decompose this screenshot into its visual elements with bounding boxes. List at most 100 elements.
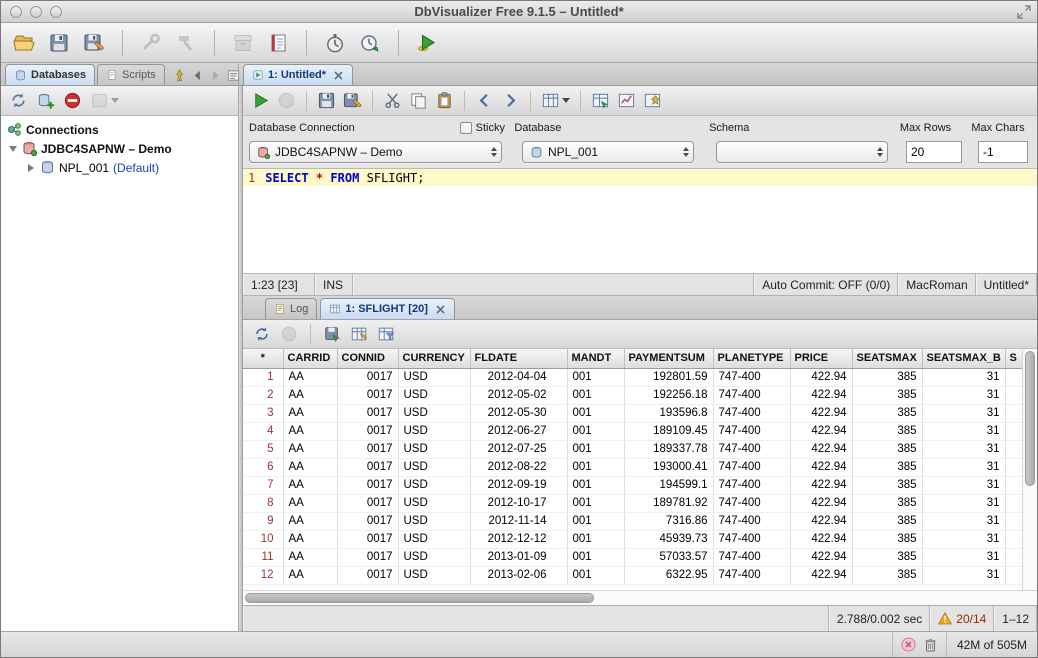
table-row[interactable]: 5 AA 0017 USD 2012-07-25 001 189337.78 747-400 4… xyxy=(243,440,1022,459)
next-statement-icon[interactable] xyxy=(501,91,520,110)
table-cell[interactable]: 31 xyxy=(922,530,1006,549)
new-sql-commander-button[interactable] xyxy=(414,30,440,56)
save-as-button[interactable] xyxy=(81,30,107,56)
stop-reload-icon[interactable] xyxy=(280,325,298,343)
notes-button[interactable] xyxy=(265,30,291,56)
collapsed-arrow-icon[interactable] xyxy=(25,162,36,173)
column-header[interactable]: PAYMENTSUM xyxy=(624,349,714,369)
table-cell[interactable]: AA xyxy=(283,566,338,585)
table-cell[interactable]: 422.94 xyxy=(790,404,853,423)
show-in-chart-icon[interactable] xyxy=(617,91,636,110)
table-cell[interactable]: 192256.18 xyxy=(624,386,714,405)
table-cell[interactable]: 31 xyxy=(922,422,1006,441)
row-number-cell[interactable]: 4 xyxy=(243,422,284,441)
table-cell[interactable]: AA xyxy=(283,440,338,459)
pin-icon[interactable] xyxy=(173,69,186,82)
max-rows-input[interactable] xyxy=(906,141,962,163)
table-cell[interactable] xyxy=(1005,404,1022,423)
table-cell[interactable]: 0017 xyxy=(337,548,399,567)
table-cell[interactable]: 194599.1 xyxy=(624,476,714,495)
table-row[interactable]: 7 AA 0017 USD 2012-09-19 001 194599.1 747-400 42… xyxy=(243,476,1022,495)
tab-sql-commander-1[interactable]: 1: Untitled* xyxy=(243,64,354,85)
table-cell[interactable]: USD xyxy=(398,458,471,477)
column-header[interactable]: FLDATE xyxy=(470,349,568,369)
table-cell[interactable]: 2012-07-25 xyxy=(470,440,568,459)
table-cell[interactable]: AA xyxy=(283,548,338,567)
table-row[interactable]: 11 AA 0017 USD 2013-01-09 001 57033.57 747-400 4… xyxy=(243,548,1022,567)
table-cell[interactable]: 747-400 xyxy=(713,512,791,531)
table-cell[interactable]: 31 xyxy=(922,548,1006,567)
table-cell[interactable]: 385 xyxy=(852,404,923,423)
table-cell[interactable]: 385 xyxy=(852,494,923,513)
row-number-cell[interactable]: 11 xyxy=(243,548,284,567)
execute-icon[interactable] xyxy=(251,91,270,110)
table-cell[interactable]: USD xyxy=(398,440,471,459)
table-cell[interactable]: 001 xyxy=(567,404,625,423)
table-cell[interactable]: 0017 xyxy=(337,404,399,423)
table-cell[interactable]: USD xyxy=(398,368,471,387)
table-cell[interactable]: USD xyxy=(398,566,471,585)
table-cell[interactable]: 31 xyxy=(922,404,1006,423)
tab-databases[interactable]: Databases xyxy=(5,64,96,85)
table-cell[interactable]: 747-400 xyxy=(713,530,791,549)
table-cell[interactable]: 747-400 xyxy=(713,494,791,513)
table-cell[interactable]: 0017 xyxy=(337,458,399,477)
output-destination-button[interactable] xyxy=(541,91,570,110)
column-header[interactable]: CARRID xyxy=(283,349,338,369)
tool-properties-button[interactable] xyxy=(173,30,199,56)
table-cell[interactable]: 422.94 xyxy=(790,512,853,531)
zoom-window-button[interactable] xyxy=(50,5,62,18)
memory-indicator[interactable]: 42M of 505M xyxy=(945,632,1037,657)
table-cell[interactable]: 747-400 xyxy=(713,422,791,441)
horizontal-scrollbar-thumb[interactable] xyxy=(245,593,595,603)
table-cell[interactable]: USD xyxy=(398,530,471,549)
table-cell[interactable]: AA xyxy=(283,386,338,405)
table-cell[interactable]: 385 xyxy=(852,530,923,549)
column-header[interactable]: SEATSMAX xyxy=(852,349,923,369)
table-cell[interactable]: USD xyxy=(398,386,471,405)
table-cell[interactable]: 001 xyxy=(567,422,625,441)
table-cell[interactable] xyxy=(1005,530,1022,549)
fullscreen-icon[interactable] xyxy=(1017,5,1031,19)
pin-result-icon[interactable] xyxy=(643,91,662,110)
table-cell[interactable]: 422.94 xyxy=(790,548,853,567)
table-cell[interactable] xyxy=(1005,494,1022,513)
max-chars-input[interactable] xyxy=(978,141,1028,163)
expanded-arrow-icon[interactable] xyxy=(7,143,18,154)
table-cell[interactable]: 31 xyxy=(922,494,1006,513)
table-cell[interactable]: 422.94 xyxy=(790,368,853,387)
table-cell[interactable]: USD xyxy=(398,422,471,441)
table-cell[interactable]: 747-400 xyxy=(713,476,791,495)
table-cell[interactable]: 2012-04-04 xyxy=(470,368,568,387)
cut-icon[interactable] xyxy=(383,91,402,110)
encoding-status[interactable]: MacRoman xyxy=(898,274,976,295)
table-cell[interactable]: 747-400 xyxy=(713,458,791,477)
table-cell[interactable]: 2012-08-22 xyxy=(470,458,568,477)
table-cell[interactable] xyxy=(1005,566,1022,585)
table-row[interactable]: 3 AA 0017 USD 2012-05-30 001 193596.8 747-400 42… xyxy=(243,404,1022,423)
table-cell[interactable]: AA xyxy=(283,368,338,387)
edit-table-data-icon[interactable] xyxy=(350,325,368,343)
table-cell[interactable]: 189337.78 xyxy=(624,440,714,459)
table-cell[interactable]: USD xyxy=(398,404,471,423)
table-cell[interactable]: 385 xyxy=(852,548,923,567)
table-cell[interactable]: 7316.86 xyxy=(624,512,714,531)
column-header[interactable]: CURRENCY xyxy=(398,349,471,369)
table-cell[interactable]: 385 xyxy=(852,422,923,441)
tab-log[interactable]: Log xyxy=(265,298,318,319)
table-cell[interactable]: 385 xyxy=(852,566,923,585)
table-cell[interactable]: 0017 xyxy=(337,386,399,405)
row-number-cell[interactable]: 5 xyxy=(243,440,284,459)
table-cell[interactable]: 31 xyxy=(922,368,1006,387)
table-cell[interactable]: USD xyxy=(398,512,471,531)
table-row[interactable]: 10 AA 0017 USD 2012-12-12 001 45939.73 747-400 4… xyxy=(243,530,1022,549)
table-cell[interactable]: 2012-05-02 xyxy=(470,386,568,405)
column-header[interactable]: PRICE xyxy=(790,349,853,369)
row-number-cell[interactable]: 3 xyxy=(243,404,284,423)
table-cell[interactable]: 385 xyxy=(852,386,923,405)
close-tab-icon[interactable] xyxy=(333,70,344,81)
show-in-grid-window-icon[interactable] xyxy=(591,91,610,110)
result-grid[interactable]: * CARRID CONNID CURRENCY FLDATE MANDT PAYMENTS… xyxy=(243,349,1022,590)
save-button[interactable] xyxy=(46,30,72,56)
table-cell[interactable]: 001 xyxy=(567,494,625,513)
